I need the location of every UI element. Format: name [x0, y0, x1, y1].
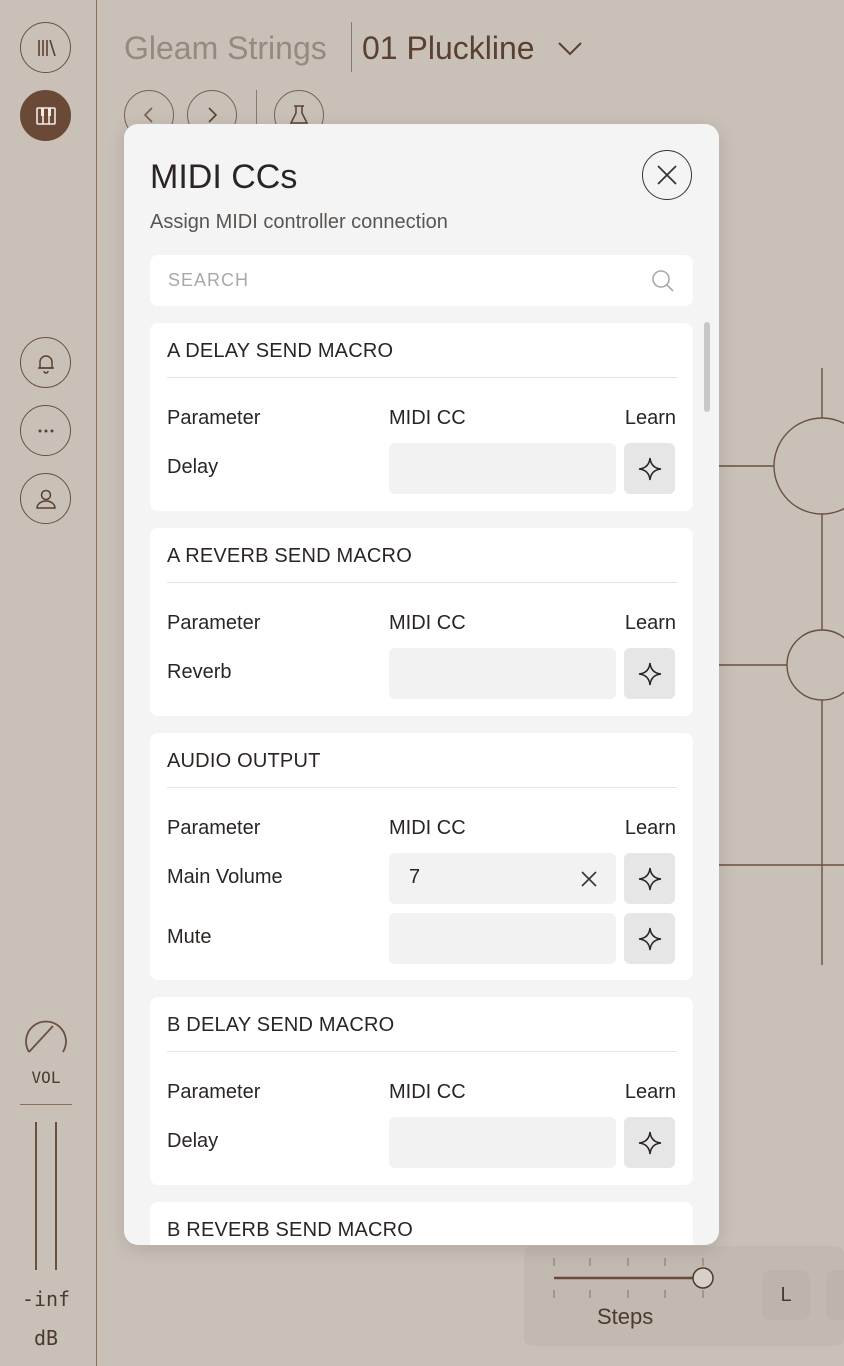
- app-title: Gleam Strings: [124, 30, 327, 66]
- sidebar-divider: [20, 1104, 72, 1105]
- account-button[interactable]: [20, 473, 71, 524]
- sparkle-icon: [638, 457, 661, 480]
- midi-cc-header: MIDI CC: [389, 1081, 466, 1103]
- parameter-name: Main Volume: [167, 866, 283, 888]
- chevron-right-icon: [208, 107, 218, 123]
- midi-cc-field[interactable]: [389, 913, 616, 964]
- library-icon: [37, 39, 56, 56]
- scrollbar[interactable]: [704, 322, 710, 412]
- midi-cc-header: MIDI CC: [389, 407, 466, 429]
- left-channel-button[interactable]: L: [762, 1270, 810, 1320]
- chevron-down-icon[interactable]: [556, 36, 584, 60]
- volume-knob[interactable]: [21, 1012, 71, 1062]
- learn-button[interactable]: [624, 913, 675, 964]
- library-button[interactable]: [20, 22, 71, 73]
- section-title: AUDIO OUTPUT: [167, 750, 321, 772]
- learn-button[interactable]: [624, 1117, 675, 1168]
- search-input[interactable]: [168, 255, 638, 306]
- section-audio-output: AUDIO OUTPUT Parameter MIDI CC Learn Mai…: [150, 733, 693, 980]
- notifications-button[interactable]: [20, 337, 71, 388]
- parameter-name: Reverb: [167, 661, 232, 683]
- section-b-delay-send: B DELAY SEND MACRO Parameter MIDI CC Lea…: [150, 997, 693, 1185]
- sidebar: VOL -inf dB: [0, 0, 97, 1366]
- midi-cc-field[interactable]: [389, 1117, 616, 1168]
- section-divider: [167, 787, 677, 788]
- bell-icon: [37, 354, 54, 374]
- meter-unit: dB: [33, 1326, 59, 1350]
- dialog-title: MIDI CCs: [150, 158, 298, 196]
- clear-icon[interactable]: [578, 868, 600, 890]
- volume-label: VOL: [31, 1068, 61, 1087]
- level-meter-left: [35, 1122, 37, 1270]
- learn-button[interactable]: [624, 853, 675, 904]
- midi-cc-header: MIDI CC: [389, 817, 466, 839]
- learn-button[interactable]: [624, 648, 675, 699]
- section-title: B REVERB SEND MACRO: [167, 1219, 414, 1241]
- section-a-reverb-send: A REVERB SEND MACRO Parameter MIDI CC Le…: [150, 528, 693, 716]
- chevron-left-icon: [143, 107, 153, 123]
- steps-label: Steps: [597, 1304, 654, 1329]
- meter-value: -inf: [21, 1287, 71, 1311]
- section-divider: [167, 377, 677, 378]
- parameter-name: Delay: [167, 1130, 219, 1152]
- section-title: A DELAY SEND MACRO: [167, 340, 394, 362]
- learn-header: Learn: [624, 817, 676, 839]
- parameter-header: Parameter: [167, 1081, 261, 1103]
- learn-header: Learn: [624, 612, 676, 634]
- background-routing-graph: [718, 368, 844, 965]
- section-b-reverb-send: B REVERB SEND MACRO: [150, 1202, 693, 1245]
- midi-cc-field[interactable]: [389, 648, 616, 699]
- midi-cc-field[interactable]: [389, 443, 616, 494]
- parameter-header: Parameter: [167, 817, 261, 839]
- close-button[interactable]: [642, 150, 692, 200]
- midi-cc-field[interactable]: 7: [389, 853, 616, 904]
- section-title: A REVERB SEND MACRO: [167, 545, 412, 567]
- parameter-name: Delay: [167, 456, 219, 478]
- more-button[interactable]: [20, 405, 71, 456]
- sparkle-icon: [638, 867, 661, 890]
- search-box: [150, 255, 693, 306]
- midi-cc-value: 7: [409, 866, 421, 888]
- right-channel-button[interactable]: [826, 1270, 844, 1320]
- section-divider: [167, 1051, 677, 1052]
- search-icon[interactable]: [650, 268, 676, 294]
- section-a-delay-send: A DELAY SEND MACRO Parameter MIDI CC Lea…: [150, 323, 693, 511]
- user-icon: [35, 489, 56, 509]
- parameter-header: Parameter: [167, 612, 261, 634]
- parameter-name: Mute: [167, 926, 212, 948]
- level-meter-right: [55, 1122, 57, 1270]
- midi-cc-header: MIDI CC: [389, 612, 466, 634]
- sparkle-icon: [638, 1131, 661, 1154]
- learn-header: Learn: [624, 407, 676, 429]
- piano-icon: [35, 106, 56, 125]
- section-divider: [167, 582, 677, 583]
- midi-cc-dialog: MIDI CCs Assign MIDI controller connecti…: [124, 124, 719, 1245]
- keyboard-button[interactable]: [20, 90, 71, 141]
- steps-slider[interactable]: [548, 1256, 718, 1302]
- close-icon: [657, 165, 677, 185]
- section-title: B DELAY SEND MACRO: [167, 1014, 395, 1036]
- preset-name[interactable]: 01 Pluckline: [362, 30, 535, 67]
- parameter-header: Parameter: [167, 407, 261, 429]
- dialog-subtitle: Assign MIDI controller connection: [150, 211, 448, 233]
- header-divider: [351, 22, 352, 72]
- sparkle-icon: [638, 662, 661, 685]
- more-dots-icon: [38, 429, 53, 432]
- learn-header: Learn: [624, 1081, 676, 1103]
- learn-button[interactable]: [624, 443, 675, 494]
- sparkle-icon: [638, 927, 661, 950]
